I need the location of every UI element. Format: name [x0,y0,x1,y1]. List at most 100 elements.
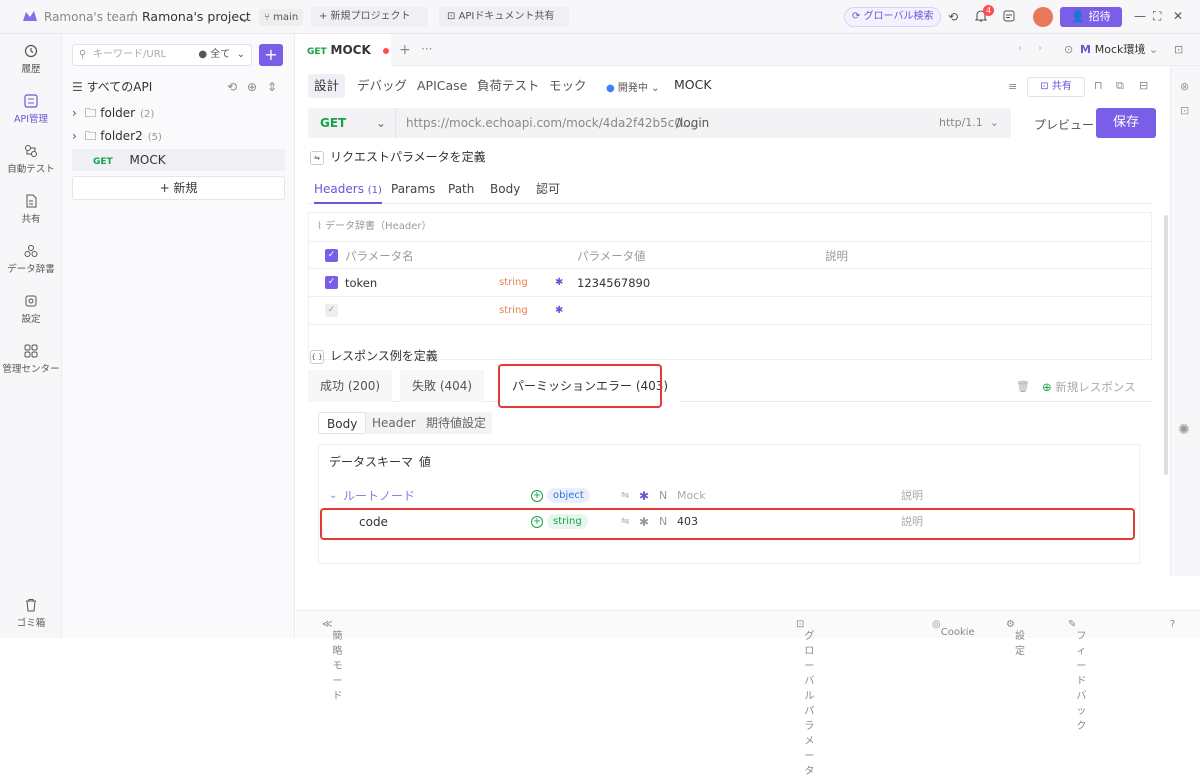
tab-params[interactable]: Params [391,174,435,204]
close-panel-icon[interactable]: ⊗ [1180,80,1189,93]
tab-headers[interactable]: Headers (1) [314,174,382,204]
select-all-checkbox[interactable]: ✓ [325,249,338,262]
protocol-select[interactable]: http/1.1 ⌄ [939,108,999,138]
copy-icon[interactable]: ⧉ [1116,79,1124,93]
new-tab-icon[interactable]: + [399,42,411,58]
tab-load-test[interactable]: 負荷テスト [471,74,546,98]
nav-admin-center[interactable]: 管理センター [0,344,62,375]
user-avatar[interactable] [1033,7,1053,27]
minimize-icon[interactable]: — [1134,9,1146,23]
add-api-button[interactable]: + [259,44,283,66]
nav-auto-test[interactable]: 自動テスト [0,144,62,175]
data-dictionary-link[interactable]: ⌇ データ辞書（Header） [317,217,431,232]
base-url[interactable]: https://mock.echoapi.com/mock/4da2f42b5c… [406,108,693,138]
nav-settings[interactable]: 設定 [0,294,62,325]
chevron-down-icon[interactable]: ⌄ [329,483,337,509]
save-button[interactable]: 保存 [1096,108,1156,138]
share-button[interactable]: ⊡ 共有 [1027,77,1085,97]
param-name-input[interactable] [345,297,485,317]
filter-dropdown[interactable]: ● 全て ⌄ [198,45,245,65]
global-params-button[interactable]: ⊡ グローバルパラメータ [796,619,814,777]
feedback-button[interactable]: ✎ フィードバック [1068,619,1086,732]
project-name[interactable]: Ramona's project [142,9,251,24]
env-menu-icon[interactable]: ⊡ [1174,43,1183,56]
tab-apicase[interactable]: APICase [411,74,473,98]
lock-icon[interactable]: ⊓ [1094,79,1103,92]
tab-body[interactable]: Body [318,412,367,434]
ai-assistant-icon[interactable]: ✺ [1178,422,1190,438]
new-response-button[interactable]: ⊕ 新規レスポンス [1042,379,1136,395]
required-icon[interactable]: ✱ [639,483,649,509]
nav-api-management[interactable]: API管理 [0,94,62,125]
nav-history[interactable]: 履歴 [0,44,62,75]
api-title[interactable]: MOCK [674,77,712,92]
type-tag-object[interactable]: object [547,488,590,503]
row-checkbox[interactable]: ✓ [325,276,338,289]
nav-share[interactable]: 共有 [0,194,62,225]
delete-icon[interactable]: 🗑 [1016,380,1030,393]
method-select[interactable]: GET ⌄ [308,108,396,138]
nav-trash[interactable]: ゴミ箱 [0,598,62,629]
env-selector[interactable]: M Mock環境 ⌄ [1080,40,1170,60]
global-search-button[interactable]: ⟳ グローバル検索 [844,7,942,27]
required-icon[interactable]: ✱ [555,269,563,297]
tree-all-apis[interactable]: ☰ すべてのAPI ⟲ ⊕ ⇕ [72,76,285,98]
swap-icon[interactable]: ⇋ [621,483,629,509]
expand-collapse-icon[interactable]: ⇕ [267,76,277,98]
tab-not-found-404[interactable]: 失敗 (404) [400,370,485,402]
env-settings-icon[interactable]: ⊙ [1064,43,1073,56]
tab-design[interactable]: 設計 [308,74,346,98]
new-project-button[interactable]: + 新規プロジェクト [311,7,428,27]
simple-mode-button[interactable]: ≪ 簡略モード [322,619,342,702]
cookie-button[interactable]: ◎ Cookie [932,619,975,638]
tree-api-mock[interactable]: GET MOCK [72,149,285,171]
message-icon[interactable] [1002,10,1016,24]
scroll-left-icon[interactable]: ‹ [1018,43,1022,54]
chevron-down-icon[interactable] [240,12,249,26]
description-placeholder[interactable]: 説明 [901,483,923,509]
param-value[interactable]: 1234567890 [577,269,650,297]
scroll-right-icon[interactable]: › [1038,43,1042,54]
param-value-input[interactable] [577,297,777,317]
maximize-icon[interactable]: ⛶ [1153,9,1161,24]
tab-success-200[interactable]: 成功 (200) [308,370,393,402]
root-node-label[interactable]: ルートノード [343,483,415,509]
export-icon[interactable]: ⊟ [1139,79,1148,92]
tree-folder[interactable]: › 🗀 folder (2) [72,102,285,124]
format-icon[interactable]: ≡ [1008,80,1017,93]
search-input[interactable]: ⚲ キーワード/URL ● 全て ⌄ [72,44,252,66]
tree-folder2[interactable]: › 🗀 folder2 (5) [72,125,285,147]
tab-path[interactable]: Path [448,174,474,204]
more-icon[interactable]: ··· [421,42,432,56]
locate-icon[interactable]: ⊕ [247,76,257,98]
required-icon[interactable]: ✱ [555,297,563,325]
add-child-icon[interactable]: + [531,490,543,502]
nav-data-dictionary[interactable]: データ辞書 [0,244,62,275]
footer-settings-button[interactable]: ⚙ 設定 [1006,619,1025,657]
tab-data-schema[interactable]: データスキーマ [329,449,413,475]
refresh-icon[interactable]: ⟲ [227,76,237,98]
mock-placeholder[interactable]: Mock [677,483,706,509]
tab-header[interactable]: Header [364,412,424,434]
new-button[interactable]: + 新規 [72,176,285,200]
team-name[interactable]: Ramona's team [44,10,138,24]
url-path-input[interactable]: /login [676,108,709,138]
vertical-scrollbar[interactable] [1164,215,1168,475]
param-name[interactable]: token [345,269,377,297]
tab-value[interactable]: 値 [419,449,431,475]
invite-button[interactable]: 👤 招待 [1060,7,1122,27]
api-doc-share-button[interactable]: ⊡ APIドキュメント共有 [439,7,569,27]
row-checkbox[interactable]: ✓ [325,304,338,317]
preview-button[interactable]: プレビュー [1034,116,1094,133]
help-icon[interactable]: ? [1170,619,1175,630]
tab-expected[interactable]: 期待値設定 [418,412,494,434]
status-dropdown[interactable]: ● 開発中 ⌄ [606,79,659,94]
param-type[interactable]: string [499,269,528,297]
sync-icon[interactable]: ⟲ [946,10,960,24]
close-icon[interactable]: ✕ [1173,9,1183,23]
tab-body[interactable]: Body [490,174,520,204]
nullable-toggle[interactable]: N [659,483,667,509]
tab-debug[interactable]: デバッグ [351,74,413,98]
tab-auth[interactable]: 認可 [536,174,560,204]
param-type[interactable]: string [499,297,528,325]
